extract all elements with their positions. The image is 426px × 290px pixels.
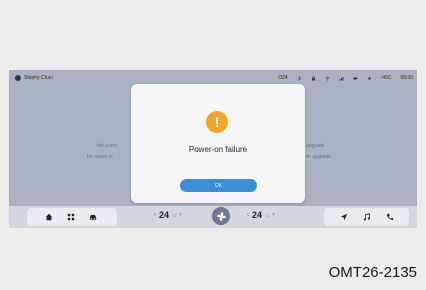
ok-button[interactable]: OK bbox=[180, 179, 257, 192]
driver-temp-value: 24 bbox=[159, 210, 170, 220]
background-text: upgrade bbox=[306, 143, 325, 149]
wifi-icon bbox=[324, 76, 330, 81]
background-text: ile upgrade bbox=[306, 154, 331, 160]
user-name: Stephy Chan bbox=[24, 75, 53, 81]
error-dialog: ! Power-on failure OK bbox=[131, 84, 305, 203]
passenger-temp-value: 24 bbox=[252, 210, 263, 220]
passenger-temp-increase-button[interactable]: › bbox=[273, 212, 275, 218]
outside-temperature: -45C bbox=[380, 75, 392, 81]
warning-icon: ! bbox=[206, 111, 228, 133]
bluetooth-icon bbox=[297, 75, 302, 81]
driver-temp-decrease-button[interactable]: ‹ bbox=[154, 212, 156, 218]
driver-temp-unit: °C bbox=[172, 212, 177, 218]
user-avatar-icon bbox=[15, 75, 21, 81]
bottom-dock: ‹ 24 °C › ‹ 24 °C › bbox=[9, 206, 417, 228]
head-unit-screen: Stephy Chan O24 -45C 09:30 the curre he … bbox=[9, 70, 417, 228]
passenger-temp-decrease-button[interactable]: ‹ bbox=[247, 212, 249, 218]
home-icon[interactable] bbox=[41, 208, 57, 226]
signal-icon bbox=[339, 76, 344, 81]
clock: 09:30 bbox=[400, 75, 413, 81]
left-dock-group bbox=[27, 208, 117, 226]
battery-icon bbox=[353, 76, 358, 81]
phone-icon[interactable] bbox=[382, 208, 398, 226]
driver-temperature-control: ‹ 24 °C › bbox=[154, 206, 182, 224]
timer-label: O24 bbox=[278, 75, 288, 81]
fan-icon[interactable] bbox=[212, 207, 230, 225]
figure-caption: OMT26-2135 bbox=[328, 264, 417, 281]
navigation-icon[interactable] bbox=[336, 208, 352, 226]
driver-temp-increase-button[interactable]: › bbox=[180, 212, 182, 218]
music-icon[interactable] bbox=[359, 208, 375, 226]
bell-icon bbox=[367, 76, 372, 81]
user-profile[interactable]: Stephy Chan bbox=[15, 75, 53, 81]
car-icon[interactable] bbox=[85, 208, 101, 226]
background-text: the curre bbox=[97, 143, 117, 149]
right-dock-group bbox=[324, 208, 409, 226]
lock-icon bbox=[311, 75, 316, 81]
background-text: he owner is bbox=[87, 154, 113, 160]
dialog-title: Power-on failure bbox=[188, 145, 248, 154]
passenger-temp-unit: °C bbox=[265, 212, 270, 218]
passenger-temperature-control: ‹ 24 °C › bbox=[247, 206, 275, 224]
apps-icon[interactable] bbox=[63, 208, 79, 226]
